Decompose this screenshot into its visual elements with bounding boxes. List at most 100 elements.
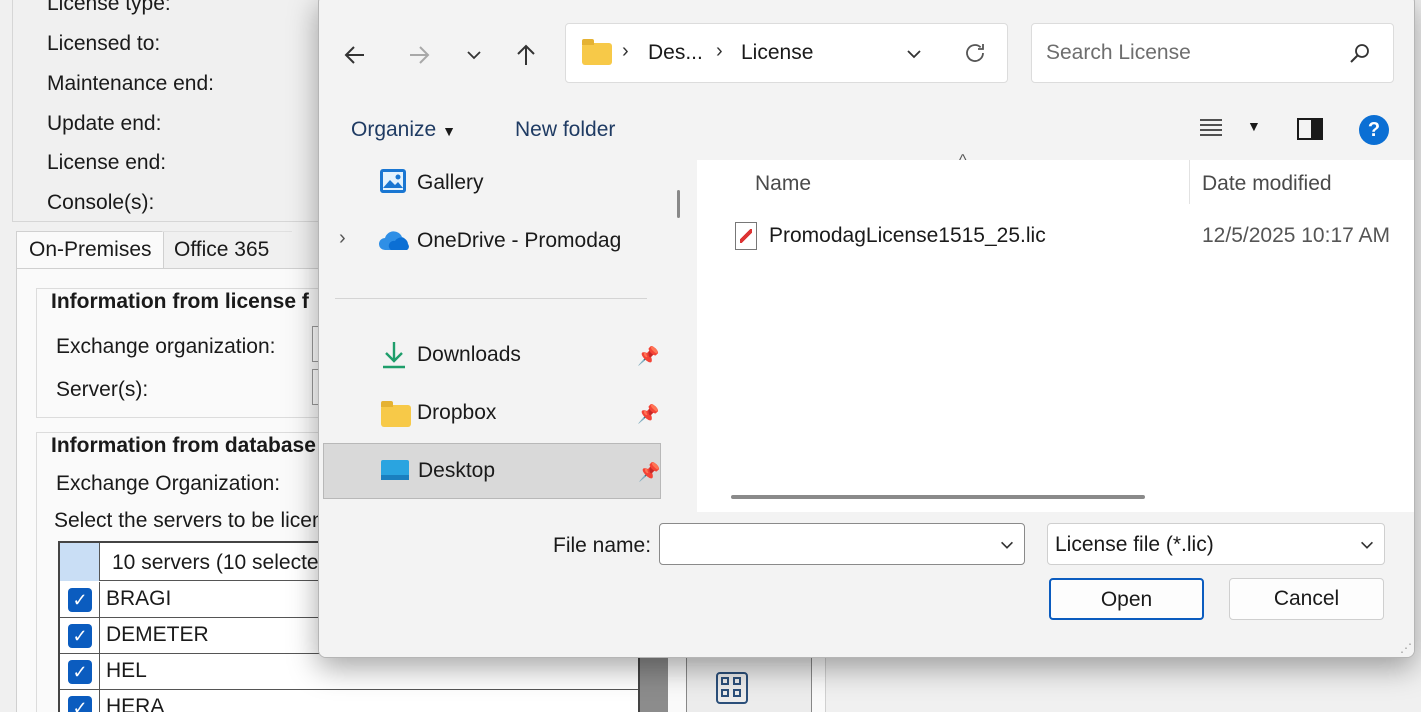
table-row[interactable]: ✓ HERA xyxy=(60,690,638,712)
file-name: PromodagLicense1515_25.lic xyxy=(769,224,1046,247)
nav-item-label: Dropbox xyxy=(417,401,497,424)
expand-chevron-icon[interactable]: › xyxy=(339,227,346,250)
chevron-down-icon[interactable] xyxy=(998,536,1016,554)
search-input[interactable] xyxy=(1046,38,1336,68)
file-type-select[interactable]: License file (*.lic) xyxy=(1047,523,1385,565)
checkbox-checked[interactable]: ✓ xyxy=(68,696,92,712)
caret-down-icon: ▼ xyxy=(442,123,456,139)
view-options-button[interactable]: ▼ xyxy=(1199,116,1261,143)
grid-scrollbar[interactable] xyxy=(640,656,668,712)
new-folder-button[interactable]: New folder xyxy=(515,118,615,142)
dialog-footer: File name: License file (*.lic) Open Can… xyxy=(319,512,1414,657)
up-button[interactable] xyxy=(508,37,544,73)
server-name: HEL xyxy=(106,659,147,682)
checkbox-checked[interactable]: ✓ xyxy=(68,660,92,684)
exchange-organization-label: Exchange organization: xyxy=(56,335,276,358)
license-type-label: License type: xyxy=(47,0,171,15)
select-all-cell[interactable] xyxy=(60,543,100,581)
nav-item-label: Downloads xyxy=(417,343,521,366)
arrow-right-icon xyxy=(410,46,430,64)
gallery-icon xyxy=(380,169,406,193)
open-button[interactable]: Open xyxy=(1049,578,1204,620)
licensed-to-label: Licensed to: xyxy=(47,32,161,55)
tab-office-365[interactable]: Office 365 xyxy=(162,231,292,269)
horizontal-scrollbar[interactable] xyxy=(731,495,1145,499)
server-name: BRAGI xyxy=(106,587,172,610)
nav-scrollbar[interactable] xyxy=(677,190,680,218)
database-group-title: Information from database xyxy=(51,434,316,457)
nav-item-dropbox[interactable]: Dropbox 📌 xyxy=(323,386,661,442)
servers-count-text: 10 servers (10 selected xyxy=(112,551,331,574)
server-name: HERA xyxy=(106,695,165,712)
folder-icon xyxy=(381,401,411,427)
file-name-combobox[interactable] xyxy=(659,523,1025,565)
maintenance-end-label: Maintenance end: xyxy=(47,72,214,95)
nav-item-onedrive[interactable]: › OneDrive - Promodag xyxy=(323,214,661,270)
grid-view-icon[interactable] xyxy=(716,672,748,704)
pin-icon[interactable]: 📌 xyxy=(638,462,660,483)
address-bar[interactable]: › Des... › License xyxy=(565,23,1008,83)
list-view-icon xyxy=(1200,119,1222,136)
pin-icon[interactable]: 📌 xyxy=(637,404,659,425)
nav-item-label: Gallery xyxy=(417,171,484,194)
desktop-icon xyxy=(381,460,409,480)
nav-divider xyxy=(335,298,647,299)
chevron-down-icon xyxy=(1361,541,1373,549)
refresh-icon[interactable] xyxy=(962,40,988,66)
help-icon[interactable]: ? xyxy=(1359,115,1389,145)
server-name: DEMETER xyxy=(106,623,209,646)
forward-button[interactable] xyxy=(401,37,437,73)
breadcrumb-separator-icon: › xyxy=(716,40,723,62)
cancel-button[interactable]: Cancel xyxy=(1229,578,1384,620)
navigation-pane: Gallery › OneDrive - Promodag Downloads … xyxy=(319,160,691,512)
breadcrumb-license[interactable]: License xyxy=(741,41,813,65)
nav-item-downloads[interactable]: Downloads 📌 xyxy=(323,328,661,384)
arrow-up-icon xyxy=(517,44,535,65)
open-file-dialog: › Des... › License Organize ▼ New folder… xyxy=(318,0,1415,658)
downloads-icon xyxy=(383,342,405,369)
checkbox-checked[interactable]: ✓ xyxy=(68,588,92,612)
caret-down-icon: ▼ xyxy=(1247,118,1261,134)
breadcrumb-desktop[interactable]: Des... xyxy=(648,41,703,65)
consoles-label: Console(s): xyxy=(47,191,155,214)
license-file-icon xyxy=(735,222,757,250)
file-row[interactable]: PromodagLicense1515_25.lic 12/5/2025 10:… xyxy=(697,216,1414,256)
nav-item-label: Desktop xyxy=(418,459,496,482)
chevron-down-icon xyxy=(467,51,481,60)
resize-grip-icon[interactable]: ⋰ xyxy=(1400,641,1412,655)
update-end-label: Update end: xyxy=(47,112,162,135)
column-header-date-modified[interactable]: Date modified xyxy=(1202,172,1332,196)
license-file-group-title: Information from license f xyxy=(51,290,309,313)
search-icon xyxy=(1350,44,1369,63)
file-name-input[interactable] xyxy=(668,530,988,558)
preview-pane-icon[interactable] xyxy=(1297,118,1323,140)
license-end-label: License end: xyxy=(47,151,167,174)
recent-locations-button[interactable] xyxy=(456,37,492,73)
nav-item-label: OneDrive - Promodag xyxy=(417,229,622,252)
nav-item-gallery[interactable]: Gallery xyxy=(323,156,661,212)
arrow-left-icon xyxy=(344,46,364,64)
file-name-label: File name: xyxy=(553,534,652,557)
chevron-down-icon[interactable] xyxy=(904,44,924,64)
nav-item-desktop[interactable]: Desktop 📌 xyxy=(323,443,661,499)
checkbox-checked[interactable]: ✓ xyxy=(68,624,92,648)
onedrive-icon xyxy=(379,231,409,250)
servers-label: Server(s): xyxy=(56,378,149,401)
column-separator[interactable] xyxy=(1189,160,1190,204)
select-servers-instruction: Select the servers to be licen xyxy=(54,509,324,532)
column-header-name[interactable]: Name xyxy=(755,172,811,196)
organize-button[interactable]: Organize ▼ xyxy=(351,118,456,142)
pin-icon[interactable]: 📌 xyxy=(637,346,659,367)
exchange-org-db-label: Exchange Organization: xyxy=(56,472,281,495)
command-bar: Organize ▼ New folder ▼ xyxy=(319,103,1414,153)
breadcrumb-separator-icon: › xyxy=(622,40,629,62)
search-box[interactable] xyxy=(1031,23,1394,83)
organize-label: Organize xyxy=(351,118,437,141)
back-button[interactable] xyxy=(337,37,373,73)
tab-on-premises[interactable]: On-Premises xyxy=(16,231,164,269)
file-type-value: License file (*.lic) xyxy=(1055,533,1214,556)
table-row[interactable]: ✓ HEL xyxy=(60,654,638,690)
file-list-pane: ^ Name Date modified PromodagLicense1515… xyxy=(697,152,1414,512)
file-date-modified: 12/5/2025 10:17 AM xyxy=(1202,224,1390,247)
sort-ascending-icon: ^ xyxy=(959,152,967,169)
